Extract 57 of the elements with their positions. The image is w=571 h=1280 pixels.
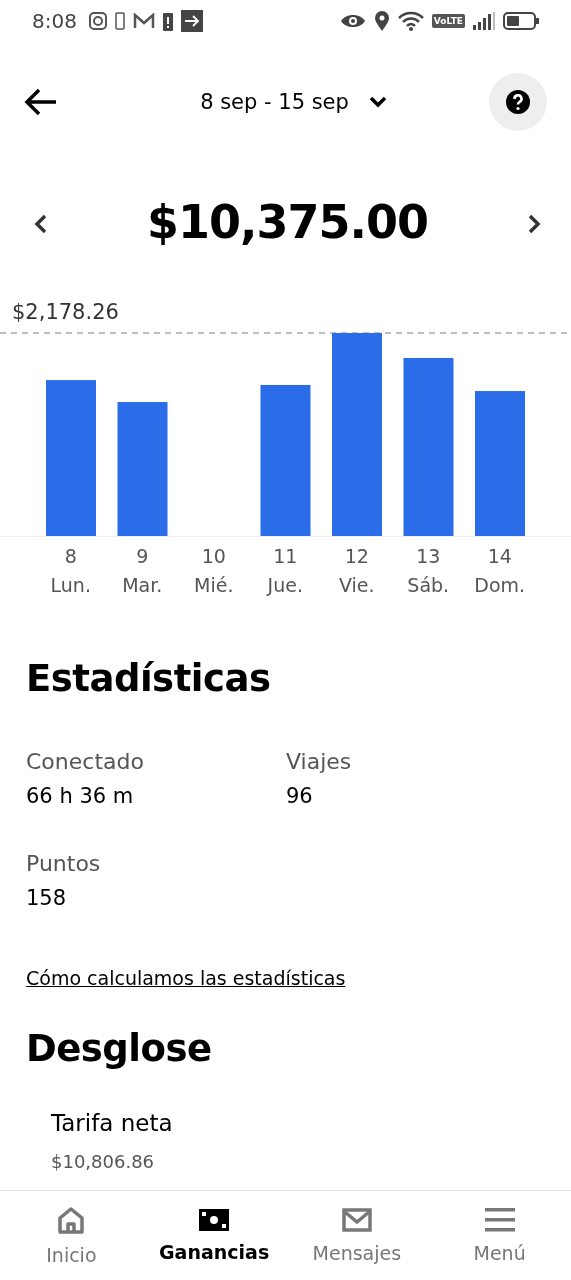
day-number: 9 [136, 544, 149, 569]
nav-tab[interactable]: Ganancias [142, 1191, 286, 1280]
breakdown-label: Tarifa neta [51, 1110, 174, 1136]
menu-icon [484, 1207, 515, 1232]
day-number: 12 [344, 544, 369, 569]
nav-tab[interactable]: Mensajes [285, 1191, 429, 1280]
day-number: 10 [201, 544, 226, 569]
section-title: Desglose [26, 1027, 213, 1070]
day-number: 14 [487, 544, 512, 569]
weekday-label: Jue. [267, 573, 303, 598]
camera-app-icon [88, 12, 107, 30]
back-arrow-icon [24, 88, 58, 116]
chevron-left-icon [34, 214, 48, 234]
nav-tab[interactable]: Menú [428, 1191, 571, 1280]
home-icon [57, 1205, 86, 1234]
period-selector[interactable]: 8 sep - 15 sep [98, 90, 489, 114]
max-value-label: $2,178.26 [12, 300, 119, 324]
battery-icon [503, 12, 539, 30]
help-icon [506, 90, 530, 114]
battery-alert-icon [162, 11, 173, 31]
volte-badge: VoLTE [431, 14, 465, 28]
weekday-label: Mar. [122, 573, 163, 598]
arrow-box-icon [180, 10, 203, 32]
weekday-label: Lun. [50, 573, 91, 598]
mail-app-icon [132, 13, 155, 29]
day-number: 8 [64, 544, 77, 569]
stat-value: 66 h 36 m [26, 784, 135, 808]
chevron-down-icon [368, 96, 387, 108]
day-number: 11 [273, 544, 298, 569]
stat-label: Puntos [26, 851, 102, 876]
cash-icon [199, 1208, 230, 1231]
stat-value: 96 [286, 784, 314, 808]
phone-icon [114, 12, 125, 30]
total-amount: $10,375.00 [147, 195, 428, 249]
weekday-label: Dom. [474, 573, 526, 598]
section-title: Estadísticas [26, 657, 272, 700]
stat-value: 158 [26, 886, 68, 910]
signal-icon [473, 12, 495, 30]
day-number: 13 [416, 544, 441, 569]
stat-label: Viajes [286, 749, 353, 774]
chevron-right-icon [527, 214, 541, 234]
weekday-label: Mié. [194, 573, 234, 598]
nav-tab[interactable]: Inicio [0, 1191, 143, 1280]
back-button[interactable] [24, 88, 58, 116]
statistics-info-link[interactable]: Cómo calculamos las estadísticas [26, 967, 346, 989]
location-icon [373, 11, 390, 31]
weekday-label: Vie. [338, 573, 375, 598]
weekday-label: Sáb. [407, 573, 450, 598]
wifi-icon [397, 11, 424, 31]
mail-icon [341, 1207, 372, 1232]
eye-icon [339, 13, 366, 29]
chart-bar[interactable] [403, 357, 454, 536]
chart-bar[interactable] [260, 384, 311, 536]
breakdown-value: $10,806.86 [51, 1151, 156, 1172]
chart-bar[interactable] [117, 402, 168, 536]
status-time: 8:08 [32, 9, 77, 33]
stat-label: Conectado [26, 749, 145, 774]
